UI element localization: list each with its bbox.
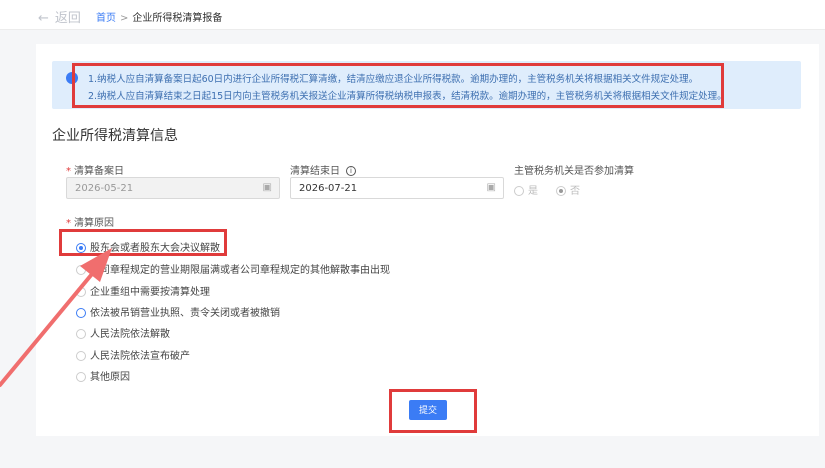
- pointer-arrow-icon: [0, 248, 112, 387]
